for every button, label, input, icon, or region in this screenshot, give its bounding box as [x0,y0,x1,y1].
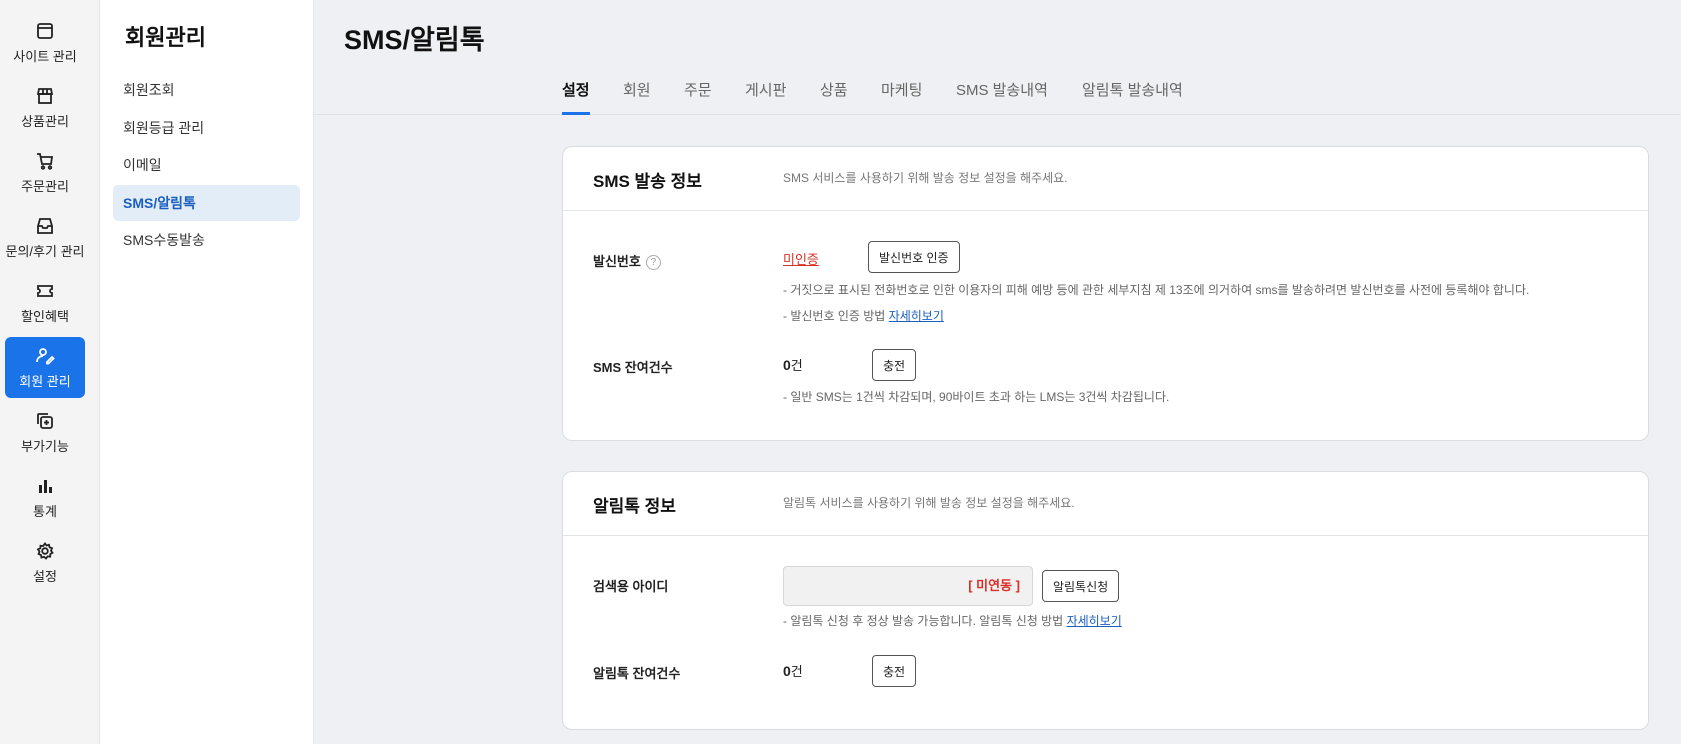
add-copy-icon [34,410,56,432]
alimtalk-apply-button[interactable]: 알림톡신청 [1042,570,1120,602]
sender-note: - 거짓으로 표시된 전화번호로 인한 이용자의 피해 예방 등에 관한 세부지… [783,283,1530,297]
help-icon[interactable]: ? [645,255,661,271]
alimtalk-remain-unit: 건 [790,664,803,679]
store-icon [34,85,56,107]
alimtalk-remain-label: 알림톡 잔여건수 [593,666,681,681]
rail-item-label: 통계 [33,504,57,519]
tab-members[interactable]: 회원 [623,79,651,115]
rail-item-label: 할인혜택 [21,309,69,324]
sms-remain-value: 0 [783,357,791,373]
rail-item-inquiries[interactable]: 문의/후기 관리 [5,207,85,268]
sender-number-label-text: 발신번호 [593,254,641,269]
rail-item-settings[interactable]: 설정 [5,532,85,593]
alimtalk-apply-note-text: - 알림톡 신청 후 정상 발송 가능합니다. 알림톡 신청 방법 [783,614,1067,628]
user-edit-icon [34,345,56,367]
sms-remain-label: SMS 잔여건수 [593,360,673,375]
alimtalk-remain-count: 0건 [783,661,803,680]
sender-number-label: 발신번호? [593,251,661,271]
tab-sms-history[interactable]: SMS 발송내역 [956,79,1048,115]
submenu-item-grade[interactable]: 회원등급 관리 [113,110,300,146]
alimtalk-info-card: 알림톡 정보 알림톡 서비스를 사용하기 위해 발송 정보 설정을 해주세요. … [562,471,1649,730]
sender-status[interactable]: 미인증 [783,249,819,268]
rail-item-stats[interactable]: 통계 [5,467,85,528]
rail-item-discounts[interactable]: 할인혜택 [5,272,85,333]
card-header: 알림톡 정보 알림톡 서비스를 사용하기 위해 발송 정보 설정을 해주세요. [563,472,1648,536]
bar-chart-icon [34,475,56,497]
search-id-label: 검색용 아이디 [593,579,669,594]
tab-alimtalk-history[interactable]: 알림톡 발송내역 [1082,79,1183,115]
tab-bar: 설정 회원 주문 게시판 상품 마케팅 SMS 발송내역 알림톡 발송내역 [314,65,1681,115]
submenu-item-sms-alimtalk[interactable]: SMS/알림톡 [113,185,300,221]
alimtalk-apply-link[interactable]: 자세히보기 [1067,614,1122,628]
tab-board[interactable]: 게시판 [745,79,786,115]
inbox-icon [34,215,56,237]
ticket-icon [34,280,56,302]
main-content: SMS/알림톡 설정 회원 주문 게시판 상품 마케팅 SMS 발송내역 알림톡… [314,0,1681,744]
icon-rail: 사이트 관리 상품관리 주문관리 문의/후기 관리 할인혜택 회원 관리 부가기… [0,0,100,744]
gear-icon [34,540,56,562]
tab-orders[interactable]: 주문 [684,79,712,115]
tab-settings[interactable]: 설정 [562,79,590,115]
rail-item-addons[interactable]: 부가기능 [5,402,85,463]
rail-item-orders[interactable]: 주문관리 [5,142,85,203]
rail-item-label: 사이트 관리 [13,49,77,64]
verify-method-link[interactable]: 자세히보기 [889,309,944,323]
card-description: SMS 서비스를 사용하기 위해 발송 정보 설정을 해주세요. [783,171,1068,185]
rail-item-label: 주문관리 [21,179,69,194]
window-icon [34,20,56,42]
rail-item-label: 부가기능 [21,439,69,454]
alimtalk-remain-value: 0 [783,663,791,679]
submenu-title: 회원관리 [125,25,206,50]
deduction-note: - 일반 SMS는 1건씩 차감되며, 90바이트 초과 하는 LMS는 3건씩… [783,390,1170,404]
verify-sender-button[interactable]: 발신번호 인증 [868,241,960,273]
rail-item-products[interactable]: 상품관리 [5,77,85,138]
sms-charge-button[interactable]: 충전 [872,349,917,381]
verify-method-note-text: - 발신번호 인증 방법 [783,309,889,323]
sms-info-card: SMS 발송 정보 SMS 서비스를 사용하기 위해 발송 정보 설정을 해주세… [562,146,1649,441]
tab-products[interactable]: 상품 [820,79,848,115]
card-description: 알림톡 서비스를 사용하기 위해 발송 정보 설정을 해주세요. [783,496,1075,510]
search-id-field: [ 미연동 ] [783,566,1033,606]
card-header: SMS 발송 정보 SMS 서비스를 사용하기 위해 발송 정보 설정을 해주세… [563,147,1648,211]
card-title: SMS 발송 정보 [593,172,702,191]
rail-item-label: 문의/후기 관리 [5,244,85,259]
rail-item-site[interactable]: 사이트 관리 [5,12,85,73]
card-title: 알림톡 정보 [593,497,676,516]
rail-item-members[interactable]: 회원 관리 [5,337,85,398]
rail-item-label: 회원 관리 [19,374,71,389]
sms-remain-unit: 건 [790,358,803,373]
rail-item-label: 설정 [33,569,57,584]
tab-marketing[interactable]: 마케팅 [881,79,922,115]
page-title: SMS/알림톡 [344,25,485,55]
alimtalk-charge-button[interactable]: 충전 [872,655,917,687]
alimtalk-apply-note: - 알림톡 신청 후 정상 발송 가능합니다. 알림톡 신청 방법 자세히보기 [783,612,1122,629]
cart-icon [34,150,56,172]
rail-item-label: 상품관리 [21,114,69,129]
submenu-item-sms-manual[interactable]: SMS수동발송 [113,222,300,258]
submenu-item-email[interactable]: 이메일 [113,147,300,183]
verify-method-note: - 발신번호 인증 방법 자세히보기 [783,307,944,324]
submenu-panel: 회원관리 회원조회 회원등급 관리 이메일 SMS/알림톡 SMS수동발송 [100,0,314,744]
sms-remain-count: 0건 [783,355,803,374]
submenu-item-member-search[interactable]: 회원조회 [113,72,300,108]
